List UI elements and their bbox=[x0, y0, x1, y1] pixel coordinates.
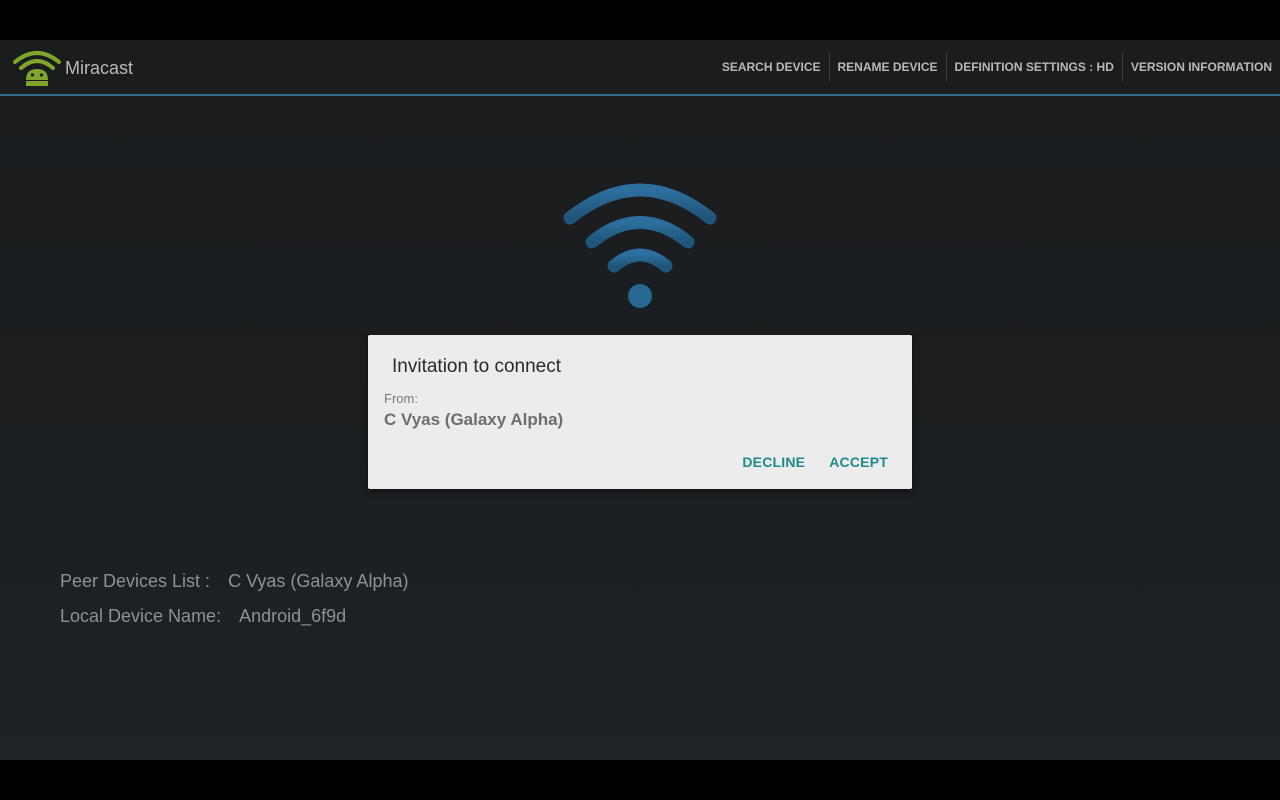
menu-version-information[interactable]: VERSION INFORMATION bbox=[1123, 52, 1280, 82]
peer-devices-row: Peer Devices List : C Vyas (Galaxy Alpha) bbox=[60, 571, 408, 592]
letterbox-bottom bbox=[0, 760, 1280, 800]
local-device-label: Local Device Name: bbox=[60, 606, 222, 626]
dialog-from-label: From: bbox=[384, 391, 418, 406]
invitation-dialog: Invitation to connect From: C Vyas (Gala… bbox=[368, 335, 912, 489]
miracast-screen: Miracast SEARCH DEVICE RENAME DEVICE DEF… bbox=[0, 40, 1280, 760]
decline-button[interactable]: DECLINE bbox=[736, 450, 811, 474]
local-device-row: Local Device Name: Android_6f9d bbox=[60, 606, 346, 627]
menu-search-device[interactable]: SEARCH DEVICE bbox=[714, 52, 829, 82]
letterbox-top bbox=[0, 0, 1280, 40]
android-wifi-logo-icon bbox=[13, 51, 61, 86]
app-title: Miracast bbox=[65, 58, 134, 78]
dialog-title: Invitation to connect bbox=[392, 356, 561, 377]
menu-definition-settings[interactable]: DEFINITION SETTINGS : HD bbox=[947, 52, 1122, 82]
action-bar: Miracast SEARCH DEVICE RENAME DEVICE DEF… bbox=[0, 40, 1280, 96]
accept-button[interactable]: ACCEPT bbox=[823, 450, 894, 474]
peer-devices-label: Peer Devices List : bbox=[60, 571, 211, 591]
wifi-signal-icon bbox=[563, 183, 717, 308]
dialog-from-value: C Vyas (Galaxy Alpha) bbox=[384, 410, 564, 429]
menu-rename-device[interactable]: RENAME DEVICE bbox=[830, 52, 946, 82]
dialog-actions: DECLINE ACCEPT bbox=[724, 450, 894, 474]
overflow-menu: SEARCH DEVICE RENAME DEVICE DEFINITION S… bbox=[714, 40, 1280, 94]
local-device-value: Android_6f9d bbox=[239, 606, 347, 626]
peer-devices-value[interactable]: C Vyas (Galaxy Alpha) bbox=[228, 571, 408, 591]
